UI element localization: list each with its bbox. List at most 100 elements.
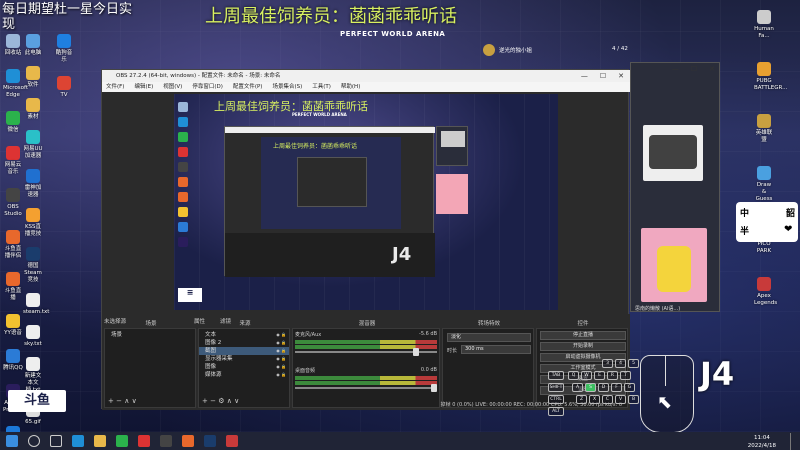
- app-icon: [26, 247, 40, 261]
- volume-slider[interactable]: [295, 348, 437, 356]
- eye-icon[interactable]: ◉ 🔒: [276, 331, 289, 339]
- menu-item[interactable]: 场景集合(S): [272, 82, 302, 92]
- duration-input[interactable]: 300 ms: [461, 345, 531, 354]
- transition-select[interactable]: 淡化: [447, 333, 531, 342]
- desktop-icon-label: 雷神加速器: [24, 185, 42, 198]
- desktop-icon-label: PUBG BATTLEGR...: [754, 78, 788, 91]
- menu-item[interactable]: 帮助(H): [341, 82, 360, 92]
- control-button[interactable]: 开始录制: [540, 342, 626, 351]
- menu-item[interactable]: 编辑(E): [134, 82, 153, 92]
- side-window: — ☐ ✕ 思南的懒散 (AI语...): [630, 62, 720, 312]
- menu-item[interactable]: 文件(F): [106, 82, 124, 92]
- menu-item[interactable]: 停靠窗口(D): [192, 82, 223, 92]
- maximize-icon[interactable]: ☐: [600, 70, 606, 82]
- desktop-icon[interactable]: PUBG BATTLEGR...: [754, 62, 788, 92]
- search-icon[interactable]: [28, 435, 40, 447]
- sources-dock: 来源 文本 ◉ 🔒 图像 2 ◉ 🔒 截图 ◉ 🔒 显示器采集 ◉ 🔒 图像 ◉ 🔒 媒体源 ◉ 🔒 …: [198, 321, 290, 408]
- keyboard-key: SHIFT: [548, 383, 564, 392]
- desktop-icon[interactable]: 网易UU加速器: [23, 130, 43, 160]
- menu-item[interactable]: 视图(V): [163, 82, 182, 92]
- desktop-icon[interactable]: Draw & Guess: [754, 166, 774, 203]
- control-button[interactable]: 停止直播: [540, 331, 626, 340]
- minimize-icon[interactable]: —: [672, 63, 679, 75]
- close-icon[interactable]: ✕: [618, 70, 624, 82]
- game-icon[interactable]: [226, 435, 238, 447]
- desktop-icon[interactable]: 软件: [23, 66, 43, 89]
- source-item[interactable]: 截图 ◉ 🔒: [199, 347, 289, 355]
- controls-header: 控件: [577, 321, 589, 327]
- desktop-icon[interactable]: Human Fa...: [754, 10, 774, 40]
- menu-item[interactable]: 工具(T): [312, 82, 331, 92]
- desktop-icon[interactable]: 德国Steam竞技: [23, 247, 43, 284]
- desktop-icon[interactable]: steam.txt: [23, 293, 49, 316]
- desktop-icon[interactable]: KSS直播竞技: [23, 208, 43, 238]
- desktop-icon[interactable]: 微信: [3, 111, 23, 134]
- desktop-icon[interactable]: Microsoft Edge: [3, 69, 28, 99]
- desktop-icon[interactable]: 此电脑: [23, 34, 43, 57]
- source-item[interactable]: 图像 2 ◉ 🔒: [199, 339, 289, 347]
- menu-item[interactable]: 配置文件(P): [233, 82, 263, 92]
- wechat-icon[interactable]: [116, 435, 128, 447]
- volume-slider[interactable]: [295, 384, 437, 392]
- app-icon: [757, 62, 771, 76]
- desktop-icon[interactable]: sky.txt: [23, 325, 43, 348]
- desktop-icon[interactable]: 酷狗音乐: [54, 34, 74, 64]
- eye-icon[interactable]: ◉ 🔒: [276, 347, 289, 355]
- taskbar-clock[interactable]: 11:04 2022/4/18: [748, 433, 776, 450]
- source-item[interactable]: 媒体源 ◉ 🔒: [199, 371, 289, 379]
- desktop-icon[interactable]: 新建文本文档.txt: [23, 357, 43, 394]
- desktop-icon[interactable]: OBS Studio: [3, 188, 23, 218]
- eye-icon[interactable]: ◉ 🔒: [276, 339, 289, 347]
- netease-music-icon[interactable]: [138, 435, 150, 447]
- source-item[interactable]: 显示器采集 ◉ 🔒: [199, 355, 289, 363]
- obs-icon[interactable]: [160, 435, 172, 447]
- show-desktop-button[interactable]: [790, 433, 794, 450]
- desktop-icon[interactable]: TV: [54, 76, 74, 99]
- douyu-icon[interactable]: [182, 435, 194, 447]
- player-count: 4 / 42: [612, 46, 628, 52]
- app-icon: [26, 130, 40, 144]
- keyboard-key: Z: [576, 395, 587, 404]
- desktop-icon[interactable]: 斗鱼直播伴侣: [3, 230, 23, 260]
- windows-start-icon[interactable]: [6, 435, 18, 447]
- transitions-header: 转场特效: [477, 321, 500, 327]
- minimize-icon[interactable]: —: [581, 70, 588, 82]
- source-item[interactable]: 文本 ◉ 🔒: [199, 331, 289, 339]
- volume-meter: [295, 376, 437, 380]
- file-explorer-icon[interactable]: [94, 435, 106, 447]
- arena-label: PERFECT WORLD ARENA: [340, 30, 446, 38]
- desktop-icon[interactable]: 回收站: [3, 34, 23, 57]
- desktop-icon[interactable]: 英雄联盟: [754, 114, 774, 144]
- desktop-icon[interactable]: 斗鱼直播: [3, 272, 23, 302]
- eye-icon[interactable]: ◉ 🔒: [276, 363, 289, 371]
- desktop-icon-label: 回收站: [4, 50, 22, 56]
- close-icon[interactable]: ✕: [709, 63, 715, 75]
- desktop-icon[interactable]: 雷神加速器: [23, 169, 43, 199]
- task-view-icon[interactable]: [50, 435, 62, 447]
- eye-icon[interactable]: ◉ 🔒: [276, 371, 289, 379]
- mixer-header: 混音器: [358, 321, 376, 327]
- desktop-icon[interactable]: 腾讯QQ: [3, 349, 23, 372]
- desktop-icon-label: OBS Studio: [4, 204, 22, 217]
- keyboard-key: TAB: [548, 371, 564, 380]
- maximize-icon[interactable]: ☐: [691, 63, 697, 75]
- scene-item[interactable]: 场景: [105, 331, 195, 339]
- desktop-icon[interactable]: 网易云音乐: [3, 146, 23, 176]
- preview-arena-label: PERFECT WORLD ARENA: [292, 112, 347, 117]
- source-item[interactable]: 图像 ◉ 🔒: [199, 363, 289, 371]
- steam-icon[interactable]: [204, 435, 216, 447]
- desktop-icon-label: 微信: [7, 127, 19, 133]
- desktop-icon[interactable]: 素材: [23, 98, 43, 121]
- eye-icon[interactable]: ◉ 🔒: [276, 355, 289, 363]
- edge-icon[interactable]: [72, 435, 84, 447]
- source-label: 截图: [205, 348, 217, 354]
- source-label: 文本: [205, 332, 217, 338]
- desktop-icon[interactable]: YY语音: [3, 314, 23, 337]
- window-controls: — ☐ ✕: [581, 70, 624, 82]
- keyboard-key: 5: [628, 359, 639, 368]
- desktop-icon-label: 腾讯QQ: [3, 365, 23, 371]
- obs-preview-canvas[interactable]: 上周最佳饲养员：菡菡乖乖听话 PERFECT WORLD ARENA 上周最佳饲…: [174, 94, 558, 310]
- duration-label: 时长: [447, 348, 458, 354]
- app-icon: [26, 169, 40, 183]
- desktop-icon[interactable]: Apex Legends: [754, 277, 777, 307]
